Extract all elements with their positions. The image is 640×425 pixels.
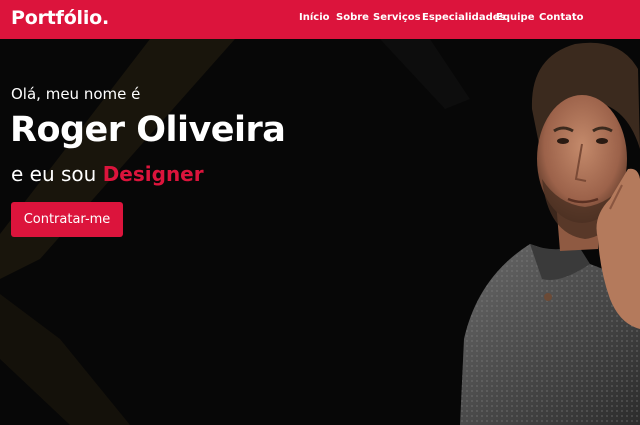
nav-link-equipe[interactable]: Equipe <box>496 12 534 23</box>
top-navbar: Portfólio. Início Sobre Serviços Especia… <box>0 0 640 39</box>
hero-role-line: e eu sou Designer <box>11 162 204 186</box>
hero-name: Roger Oliveira <box>10 110 286 150</box>
nav-link-especialidades[interactable]: Especialidades <box>422 12 505 23</box>
hire-me-button[interactable]: Contratar-me <box>11 202 123 237</box>
nav-link-servicos[interactable]: Serviços <box>373 12 421 23</box>
main-menu: Início Sobre Serviços Especialidades Equ… <box>0 12 640 26</box>
man-portrait-icon <box>460 42 640 425</box>
hero-greeting: Olá, meu nome é <box>11 85 141 103</box>
nav-link-inicio[interactable]: Início <box>299 12 330 23</box>
nav-link-contato[interactable]: Contato <box>539 12 584 23</box>
hero-role-word: Designer <box>102 162 204 186</box>
hero-role-prefix: e eu sou <box>11 162 97 186</box>
hero-section: Olá, meu nome é Roger Oliveira e eu sou … <box>0 39 640 425</box>
nav-link-sobre[interactable]: Sobre <box>336 12 369 23</box>
